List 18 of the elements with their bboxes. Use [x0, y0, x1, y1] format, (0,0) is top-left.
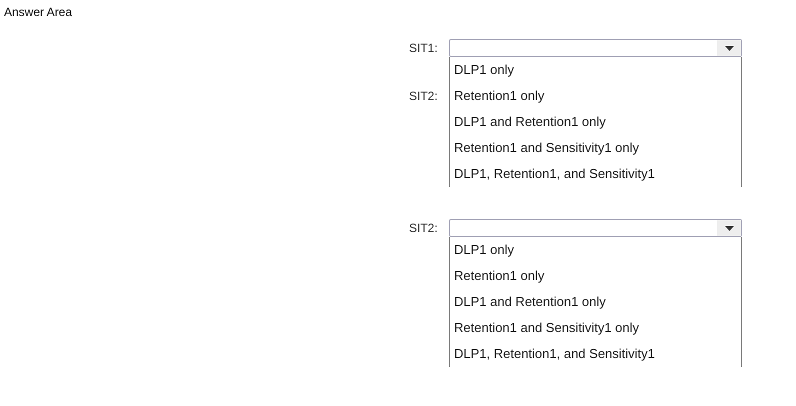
caret-icon — [724, 46, 734, 50]
dropdown-label: SIT2: — [409, 221, 438, 235]
dropdown-option[interactable]: Retention1 only — [449, 263, 742, 289]
dropdown[interactable] — [449, 219, 742, 237]
dropdown-option[interactable]: Retention1 only — [449, 83, 742, 109]
dropdown-label: SIT1: — [409, 41, 438, 55]
dropdown-option[interactable]: DLP1 only — [449, 237, 742, 263]
dropdown-option[interactable]: Retention1 and Sensitivity1 only — [449, 135, 742, 161]
dropdown-option[interactable]: DLP1, Retention1, and Sensitivity1 — [449, 161, 742, 187]
caret-icon — [724, 226, 734, 230]
dropdown-option[interactable]: DLP1 and Retention1 only — [449, 109, 742, 135]
dropdown-option[interactable]: DLP1, Retention1, and Sensitivity1 — [449, 341, 742, 367]
dropdown-option[interactable]: DLP1 and Retention1 only — [449, 289, 742, 315]
dropdown[interactable] — [449, 39, 742, 57]
dropdown-option[interactable]: Retention1 and Sensitivity1 only — [449, 315, 742, 341]
dropdown-label: SIT2: — [409, 89, 438, 103]
answer-area-heading: Answer Area — [3, 4, 72, 19]
dropdown-option[interactable]: DLP1 only — [449, 57, 742, 83]
